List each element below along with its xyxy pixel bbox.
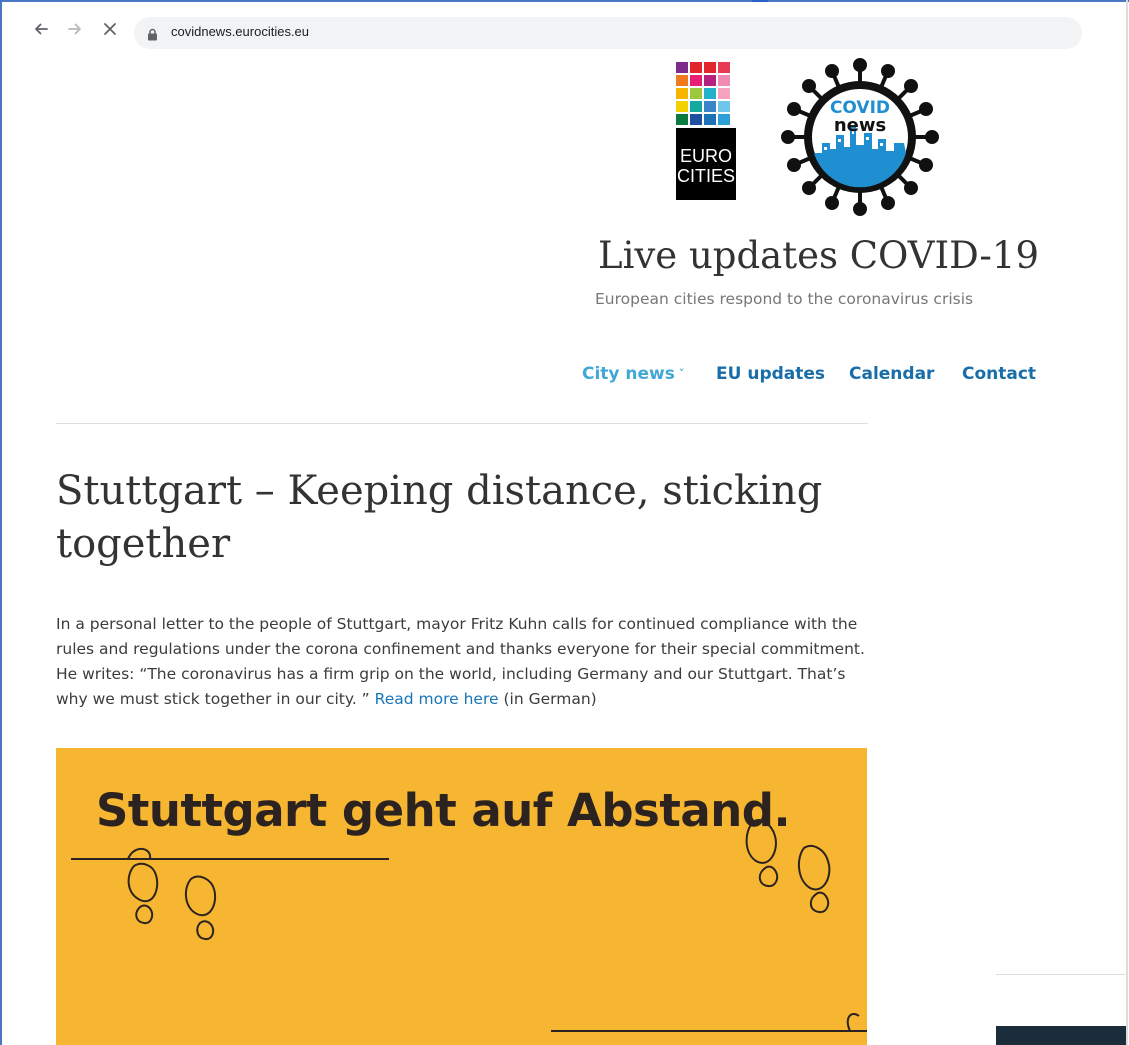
read-more-link[interactable]: Read more here bbox=[375, 690, 499, 708]
browser-toolbar: covidnews.eurocities.eu bbox=[2, 2, 1126, 58]
sidebar-fragment-block bbox=[996, 1026, 1126, 1045]
article-link-suffix: (in German) bbox=[498, 690, 597, 708]
nav-item-label: City news bbox=[582, 364, 675, 384]
eurocities-line2: CITIES bbox=[677, 166, 735, 186]
nav-item-calendar[interactable]: Calendar bbox=[849, 364, 934, 384]
nav-item-contact[interactable]: Contact bbox=[962, 364, 1036, 384]
eurocities-line1: EURO bbox=[680, 146, 732, 166]
article-title: Stuttgart – Keeping distance, sticking t… bbox=[56, 468, 823, 567]
screenshot-frame-right bbox=[1126, 0, 1128, 1045]
site-title[interactable]: Live updates COVID-19 bbox=[598, 234, 1039, 277]
url-text: covidnews.eurocities.eu bbox=[171, 24, 310, 39]
close-icon[interactable] bbox=[99, 18, 121, 40]
covid-logo-line2: news bbox=[834, 115, 886, 136]
lock-icon bbox=[147, 26, 158, 45]
arrow-left-icon[interactable] bbox=[30, 18, 52, 40]
article-body: In a personal letter to the people of St… bbox=[56, 612, 876, 712]
arrow-right-icon[interactable] bbox=[64, 18, 86, 40]
screenshot-frame-left bbox=[0, 0, 2, 1045]
covid-news-logo[interactable]: COVID news bbox=[780, 57, 940, 217]
site-subtitle: European cities respond to the coronavir… bbox=[595, 290, 974, 308]
chevron-down-icon: ˅ bbox=[678, 367, 685, 380]
nav-item-eu-updates[interactable]: EU updates bbox=[716, 364, 825, 384]
footprints-illustration bbox=[71, 819, 867, 1032]
nav-item-city-news[interactable]: City news ˅ bbox=[582, 364, 684, 384]
header-divider bbox=[56, 423, 868, 424]
sidebar-fragment-divider bbox=[996, 974, 1126, 975]
eurocities-logo[interactable]: EURO CITIES bbox=[676, 62, 736, 200]
address-bar[interactable]: covidnews.eurocities.eu bbox=[134, 17, 1082, 49]
article-banner-image: Stuttgart geht auf Abstand. bbox=[56, 748, 867, 1045]
